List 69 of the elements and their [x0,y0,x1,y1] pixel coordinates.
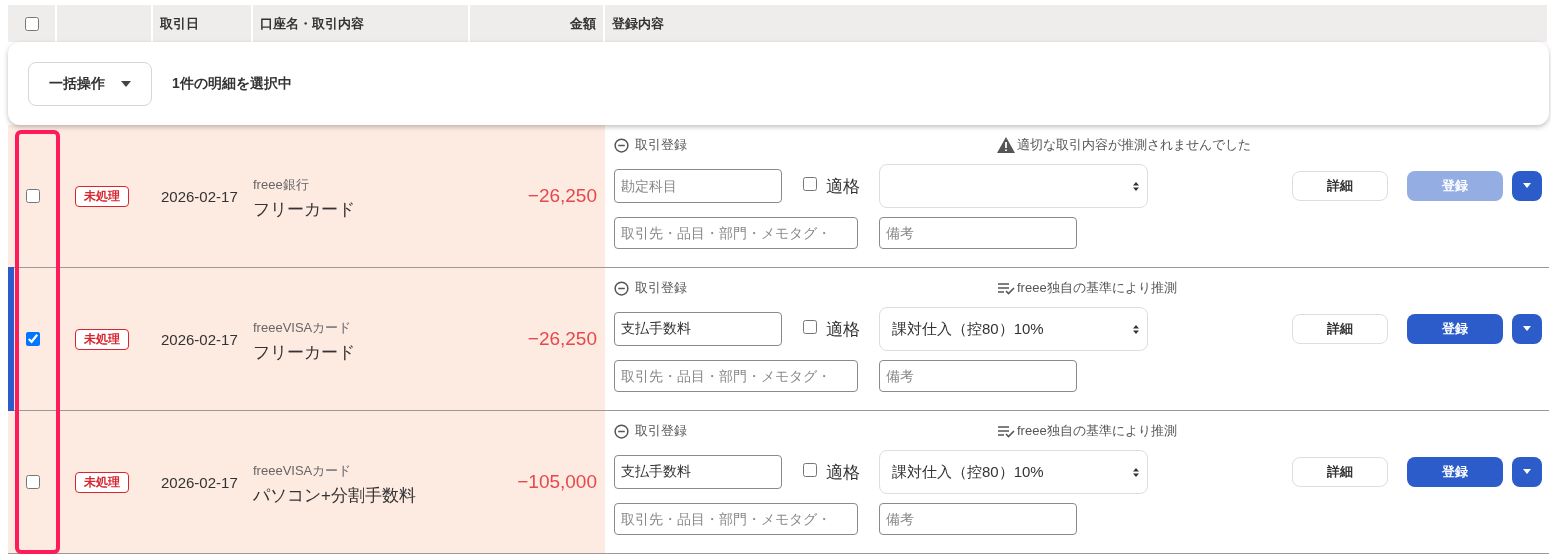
detail-button[interactable]: 詳細 [1292,171,1388,201]
detail-button[interactable]: 詳細 [1292,457,1388,487]
sort-arrows-icon [1133,324,1139,334]
transaction-description: パソコン+分割手数料 [253,484,416,507]
selection-status: 1件の明細を選択中 [172,74,292,93]
tax-select[interactable]: 課対仕入（控80）10% [879,450,1148,494]
checkbox[interactable] [803,320,817,334]
collapse-icon[interactable] [614,423,629,439]
collapse-icon[interactable] [614,137,629,153]
bulk-action-button[interactable]: 一括操作 [28,61,152,106]
account-field[interactable]: 支払手数料 [614,312,782,346]
transaction-date: 2026-02-17 [161,330,238,348]
register-toggle-label[interactable]: 取引登録 [635,279,687,297]
account-field[interactable]: 支払手数料 [614,455,782,489]
column-header: 口座名・取引内容 [260,14,364,33]
transaction-date: 2026-02-17 [161,187,238,205]
caret-icon [1522,469,1532,475]
memo-field[interactable]: 備考 [879,217,1077,249]
checkbox[interactable] [803,177,817,191]
transaction-description: フリーカード [253,198,355,221]
checkbox[interactable] [24,16,39,31]
column-header: 取引日 [160,14,199,33]
list-check-icon [997,424,1015,438]
dropdown-button[interactable] [1512,171,1542,201]
caret-icon [1522,183,1532,189]
detail-button[interactable]: 詳細 [1292,314,1388,344]
account-name: freeeVISAカード [253,461,352,480]
register-button[interactable]: 登録 [1407,314,1503,344]
status-badge: 未処理 [75,185,129,207]
transaction-description: フリーカード [253,341,355,364]
tax-select[interactable]: 課対仕入（控80）10% [879,307,1148,351]
suggestion-note: freee独自の基準により推測 [1017,422,1177,440]
collapse-icon[interactable] [614,280,629,296]
account-field[interactable]: 勘定科目 [614,169,782,203]
transaction-date: 2026-02-17 [161,473,238,491]
partner-field[interactable]: 取引先・品目・部門・メモタグ・ [614,217,858,249]
list-check-icon [997,281,1015,295]
qualified-label: 適格 [826,175,860,198]
sort-arrows-icon [1133,181,1139,191]
account-name: freeeVISAカード [253,318,352,337]
checkbox[interactable] [25,189,40,203]
register-toggle-label[interactable]: 取引登録 [635,136,687,154]
warning-icon [997,137,1015,153]
sort-arrows-icon [1133,467,1139,477]
amount: −105,000 [517,471,597,493]
partner-field[interactable]: 取引先・品目・部門・メモタグ・ [614,360,858,392]
partner-field[interactable]: 取引先・品目・部門・メモタグ・ [614,503,858,535]
caret-icon [1522,326,1532,332]
status-badge: 未処理 [75,471,129,493]
checkbox[interactable] [25,475,40,489]
column-header: 金額 [570,14,596,33]
dropdown-button[interactable] [1512,457,1542,487]
qualified-label: 適格 [826,461,860,484]
register-toggle-label[interactable]: 取引登録 [635,422,687,440]
qualified-label: 適格 [826,318,860,341]
register-button[interactable]: 登録 [1407,457,1503,487]
amount: −26,250 [527,185,597,207]
column-header: 登録内容 [612,14,664,33]
checkbox[interactable] [803,463,817,477]
status-badge: 未処理 [75,328,129,350]
dropdown-button[interactable] [1512,314,1542,344]
caret-icon [121,80,131,87]
checkbox[interactable] [25,332,40,346]
suggestion-note: 適切な取引内容が推測されませんでした [1017,136,1251,154]
account-name: freee銀行 [253,175,309,194]
suggestion-note: freee独自の基準により推測 [1017,279,1177,297]
memo-field[interactable]: 備考 [879,360,1077,392]
amount: −26,250 [527,328,597,350]
memo-field[interactable]: 備考 [879,503,1077,535]
